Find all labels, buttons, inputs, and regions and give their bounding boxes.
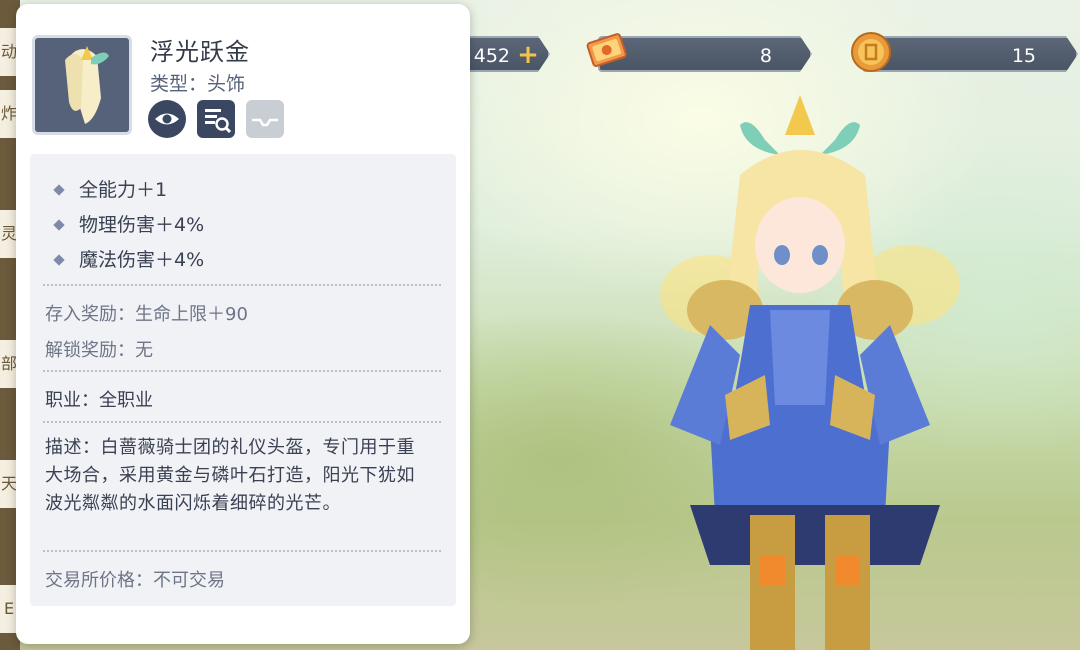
divider [43, 370, 441, 372]
coin-bar: 15 [862, 36, 1078, 72]
inbox-icon [252, 118, 278, 127]
stat-row-2: 物理伤害＋4% [53, 210, 205, 237]
profession: 职业：全职业 [45, 390, 153, 411]
divider [43, 550, 441, 552]
coupon-value: 8 [759, 45, 772, 67]
item-thumbnail [32, 35, 132, 135]
coin-value: 15 [1011, 45, 1036, 67]
add-currency-button[interactable]: + [515, 42, 541, 68]
deposit-reward: 存入奖励：生命上限＋90 [45, 304, 248, 325]
stat-row-3: 魔法伤害＋4% [53, 245, 205, 272]
trade-price: 交易所价格：不可交易 [45, 570, 225, 591]
currency-value-1: 452 [473, 45, 510, 67]
preview-button[interactable] [148, 100, 186, 138]
stat-text-1: 全能力＋1 [79, 179, 168, 201]
headwear-icon [65, 46, 109, 124]
bullet-diamond-icon [53, 219, 65, 231]
stat-text-3: 魔法伤害＋4% [79, 249, 205, 271]
coupon-bar: 8 [598, 36, 812, 72]
bullet-diamond-icon [53, 184, 65, 196]
inspect-button[interactable] [197, 100, 235, 138]
stat-text-2: 物理伤害＋4% [79, 214, 205, 236]
divider [43, 421, 441, 423]
stat-row-1: 全能力＋1 [53, 175, 168, 202]
bullet-diamond-icon [53, 254, 65, 266]
character-model [660, 95, 960, 650]
unlock-reward: 解锁奖励：无 [45, 340, 153, 361]
store-button[interactable] [246, 100, 284, 138]
search-icon [205, 109, 232, 134]
item-description: 描述：白蔷薇骑士团的礼仪头盔，专门用于重大场合，采用黄金与磷叶石打造，阳光下犹如… [45, 437, 415, 514]
coupon-icon [586, 33, 627, 67]
coin-icon [851, 32, 891, 72]
item-name: 浮光跃金 [150, 38, 250, 66]
item-type: 类型：头饰 [150, 73, 246, 95]
eye-icon [155, 113, 179, 125]
divider [43, 284, 441, 286]
